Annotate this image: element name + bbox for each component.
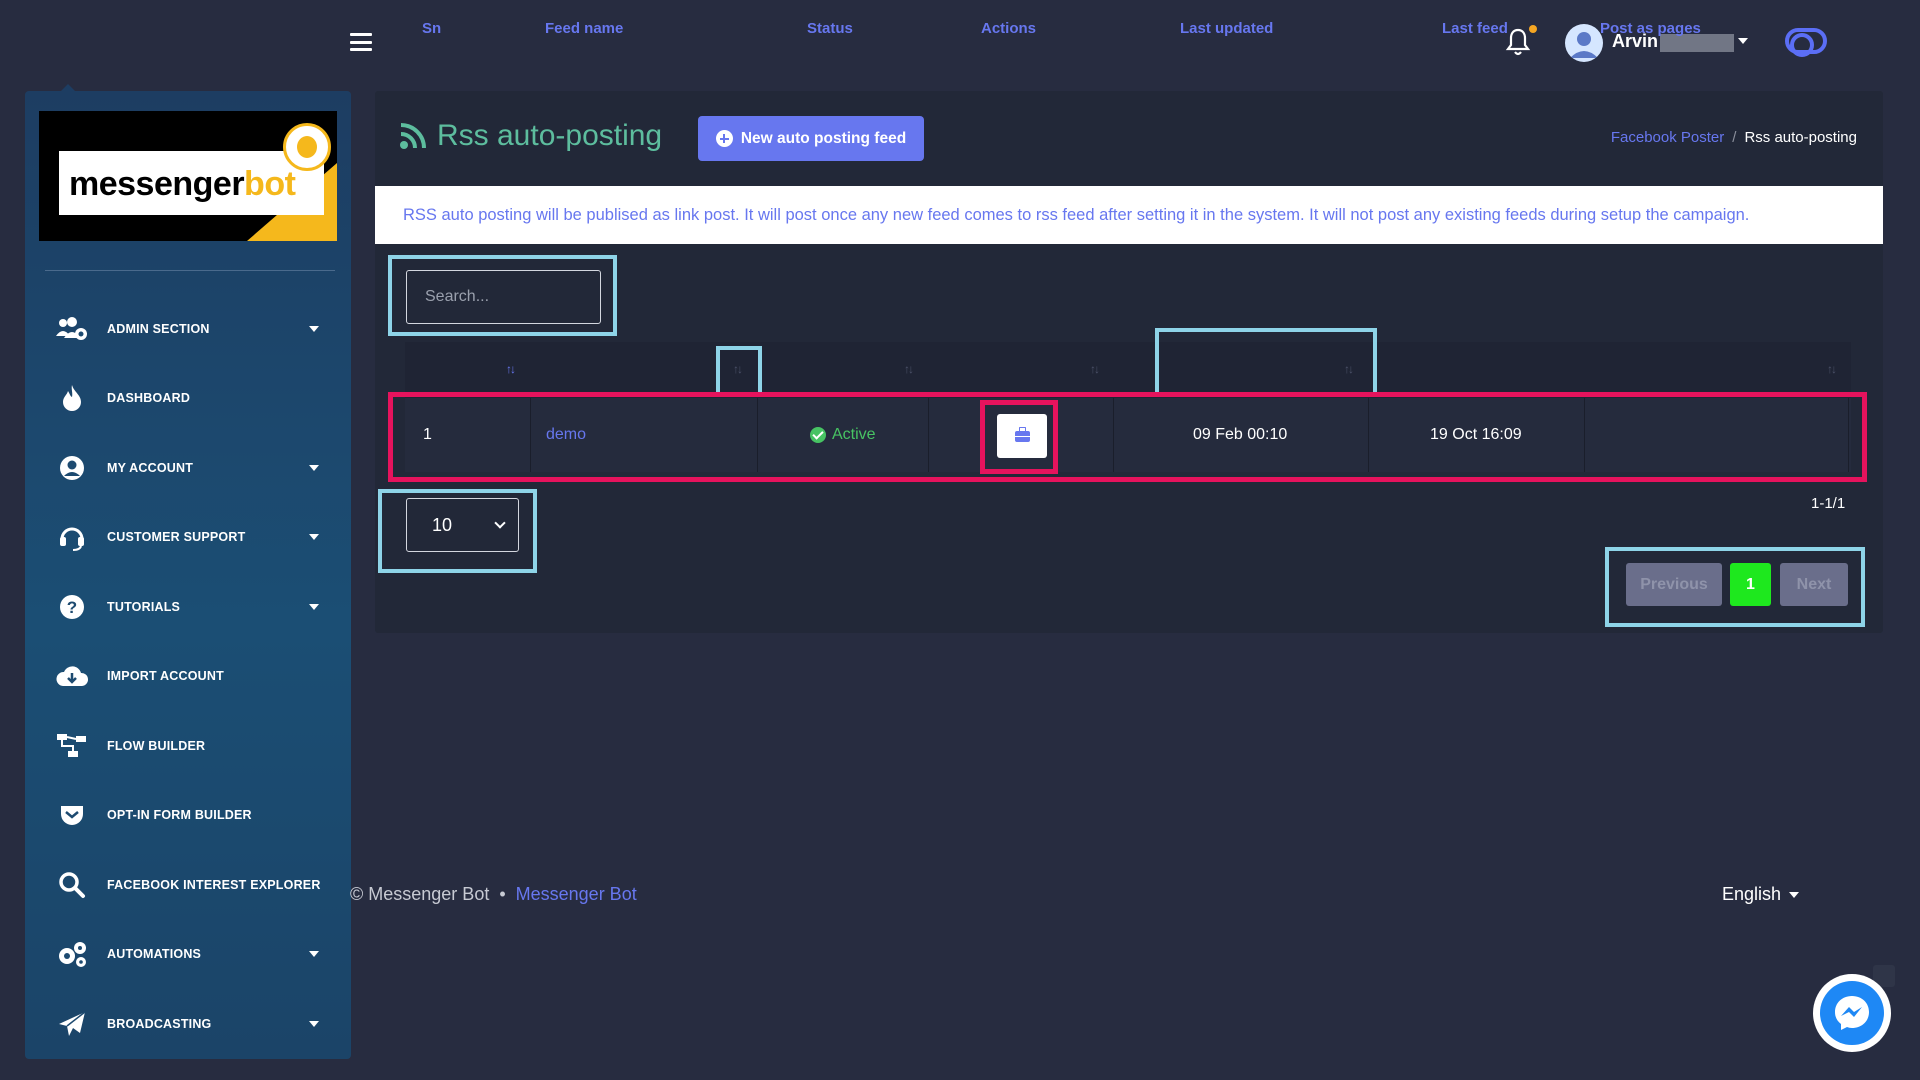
- highlight-page-size: [378, 489, 537, 573]
- cloud-download-icon: [55, 661, 89, 691]
- breadcrumb-facebook-poster[interactable]: Facebook Poster: [1611, 129, 1724, 146]
- highlight-last-updated: [1155, 328, 1377, 397]
- logo-text: messengerbot: [69, 165, 296, 204]
- notification-dot: [1529, 25, 1537, 33]
- cogs-icon: [55, 939, 89, 969]
- theme-toggle-icon[interactable]: [1785, 28, 1827, 57]
- search-icon: [55, 870, 89, 900]
- sort-icon[interactable]: ↑↓: [1090, 362, 1100, 376]
- plus-circle-icon: [715, 130, 733, 147]
- column-header-post-as-pages[interactable]: Post as pages: [1600, 0, 1701, 56]
- avatar[interactable]: [1565, 24, 1603, 62]
- logo[interactable]: messengerbot: [39, 111, 337, 241]
- sidebar: messengerbot ADMIN SECTION DASHBOARD MY …: [25, 91, 351, 1059]
- page-range: 1-1/1: [1811, 495, 1846, 512]
- sidebar-item-label: MY ACCOUNT: [107, 460, 194, 475]
- users-cog-icon: [55, 314, 89, 344]
- highlight-actions-button: [980, 400, 1058, 474]
- sitemap-icon: [55, 731, 89, 761]
- sidebar-item-my-account[interactable]: MY ACCOUNT: [25, 433, 351, 503]
- page-title-text: Rss auto-posting: [437, 119, 663, 152]
- headset-icon: [55, 522, 89, 552]
- sidebar-item-label: AUTOMATIONS: [107, 947, 202, 962]
- footer-copyright: © Messenger Bot • Messenger Bot: [350, 884, 637, 905]
- footer-copyright-text: © Messenger Bot: [350, 884, 490, 904]
- sort-icon[interactable]: ↑↓: [1827, 362, 1837, 376]
- breadcrumb-separator: /: [1732, 129, 1737, 146]
- chevron-down-icon: [309, 534, 319, 541]
- messenger-icon: [1820, 981, 1884, 1045]
- sidebar-item-import-account[interactable]: IMPORT ACCOUNT: [25, 642, 351, 712]
- breadcrumb-current: Rss auto-posting: [1744, 129, 1857, 146]
- sidebar-divider: [45, 270, 335, 271]
- sidebar-item-dashboard[interactable]: DASHBOARD: [25, 364, 351, 434]
- logo-text-main: messenger: [69, 165, 245, 203]
- paper-plane-icon: [55, 1009, 89, 1039]
- hamburger-icon[interactable]: [350, 33, 372, 51]
- info-alert: RSS auto posting will be publised as lin…: [375, 186, 1883, 244]
- question-circle-icon: ?: [55, 592, 89, 622]
- column-header-feed-name[interactable]: Feed name: [545, 0, 623, 56]
- table-header: [405, 342, 1851, 398]
- column-header-status[interactable]: Status: [807, 0, 853, 56]
- chevron-down-icon: [309, 603, 319, 610]
- sidebar-item-tutorials[interactable]: ? TUTORIALS: [25, 572, 351, 642]
- sidebar-item-broadcasting[interactable]: BROADCASTING: [25, 989, 351, 1059]
- chevron-down-icon: [309, 464, 319, 471]
- highlight-sort-feed-name: [716, 346, 762, 396]
- language-label: English: [1722, 884, 1782, 904]
- user-avatar-icon: [1570, 32, 1598, 58]
- page-title: Rss auto-posting: [399, 119, 662, 153]
- footer-link[interactable]: Messenger Bot: [516, 884, 637, 905]
- sidebar-item-opt-in-form-builder[interactable]: OPT-IN FORM BUILDER: [25, 781, 351, 851]
- sidebar-item-label: OPT-IN FORM BUILDER: [107, 808, 252, 823]
- column-header-last-feed[interactable]: Last feed: [1442, 0, 1508, 56]
- sidebar-item-label: DASHBOARD: [107, 391, 191, 406]
- highlight-table-row: [388, 392, 1867, 482]
- sidebar-item-label: FACEBOOK INTEREST EXPLORER: [107, 877, 321, 892]
- sidebar-item-admin-section[interactable]: ADMIN SECTION: [25, 294, 351, 364]
- chevron-down-icon: [309, 1020, 319, 1027]
- chevron-down-icon: [309, 951, 319, 958]
- sidebar-item-facebook-interest-explorer[interactable]: FACEBOOK INTEREST EXPLORER: [25, 850, 351, 920]
- new-auto-posting-feed-label: New auto posting feed: [740, 129, 907, 147]
- sidebar-item-label: FLOW BUILDER: [107, 738, 206, 753]
- bell-icon[interactable]: [1505, 27, 1531, 57]
- sidebar-menu: ADMIN SECTION DASHBOARD MY ACCOUNT CUSTO…: [25, 294, 351, 1059]
- breadcrumb: Facebook Poster / Rss auto-posting: [1611, 129, 1857, 146]
- user-menu-caret-icon[interactable]: [1738, 38, 1748, 44]
- sidebar-item-label: TUTORIALS: [107, 599, 181, 614]
- chevron-down-icon: [1789, 891, 1800, 898]
- new-auto-posting-feed-button[interactable]: New auto posting feed: [698, 116, 924, 161]
- sidebar-item-automations[interactable]: AUTOMATIONS: [25, 920, 351, 990]
- info-alert-text: RSS auto posting will be publised as lin…: [403, 205, 1750, 224]
- sort-icon[interactable]: ↑↓: [506, 362, 516, 376]
- highlight-pagination: [1605, 547, 1865, 627]
- highlight-search: [388, 255, 617, 336]
- column-header-actions[interactable]: Actions: [981, 0, 1036, 56]
- sidebar-item-label: ADMIN SECTION: [107, 321, 210, 336]
- sidebar-item-customer-support[interactable]: CUSTOMER SUPPORT: [25, 503, 351, 573]
- svg-text:?: ?: [67, 598, 77, 617]
- sidebar-item-label: BROADCASTING: [107, 1016, 212, 1031]
- logo-text-accent: bot: [244, 165, 296, 203]
- pocket-icon: [55, 800, 89, 830]
- sidebar-item-label: IMPORT ACCOUNT: [107, 669, 224, 684]
- chevron-down-icon: [309, 325, 319, 332]
- sidebar-item-flow-builder[interactable]: FLOW BUILDER: [25, 711, 351, 781]
- sidebar-item-label: CUSTOMER SUPPORT: [107, 530, 246, 545]
- footer-separator: •: [499, 884, 506, 904]
- messenger-chat-button[interactable]: [1813, 974, 1891, 1052]
- rss-icon: [400, 123, 426, 149]
- bot-mascot-icon: [283, 123, 331, 171]
- language-selector[interactable]: English: [1722, 884, 1800, 905]
- column-header-last-updated[interactable]: Last updated: [1180, 0, 1273, 56]
- user-circle-icon: [55, 453, 89, 483]
- column-header-sn[interactable]: Sn: [422, 0, 441, 56]
- sort-icon[interactable]: ↑↓: [904, 362, 914, 376]
- fire-icon: [55, 383, 89, 413]
